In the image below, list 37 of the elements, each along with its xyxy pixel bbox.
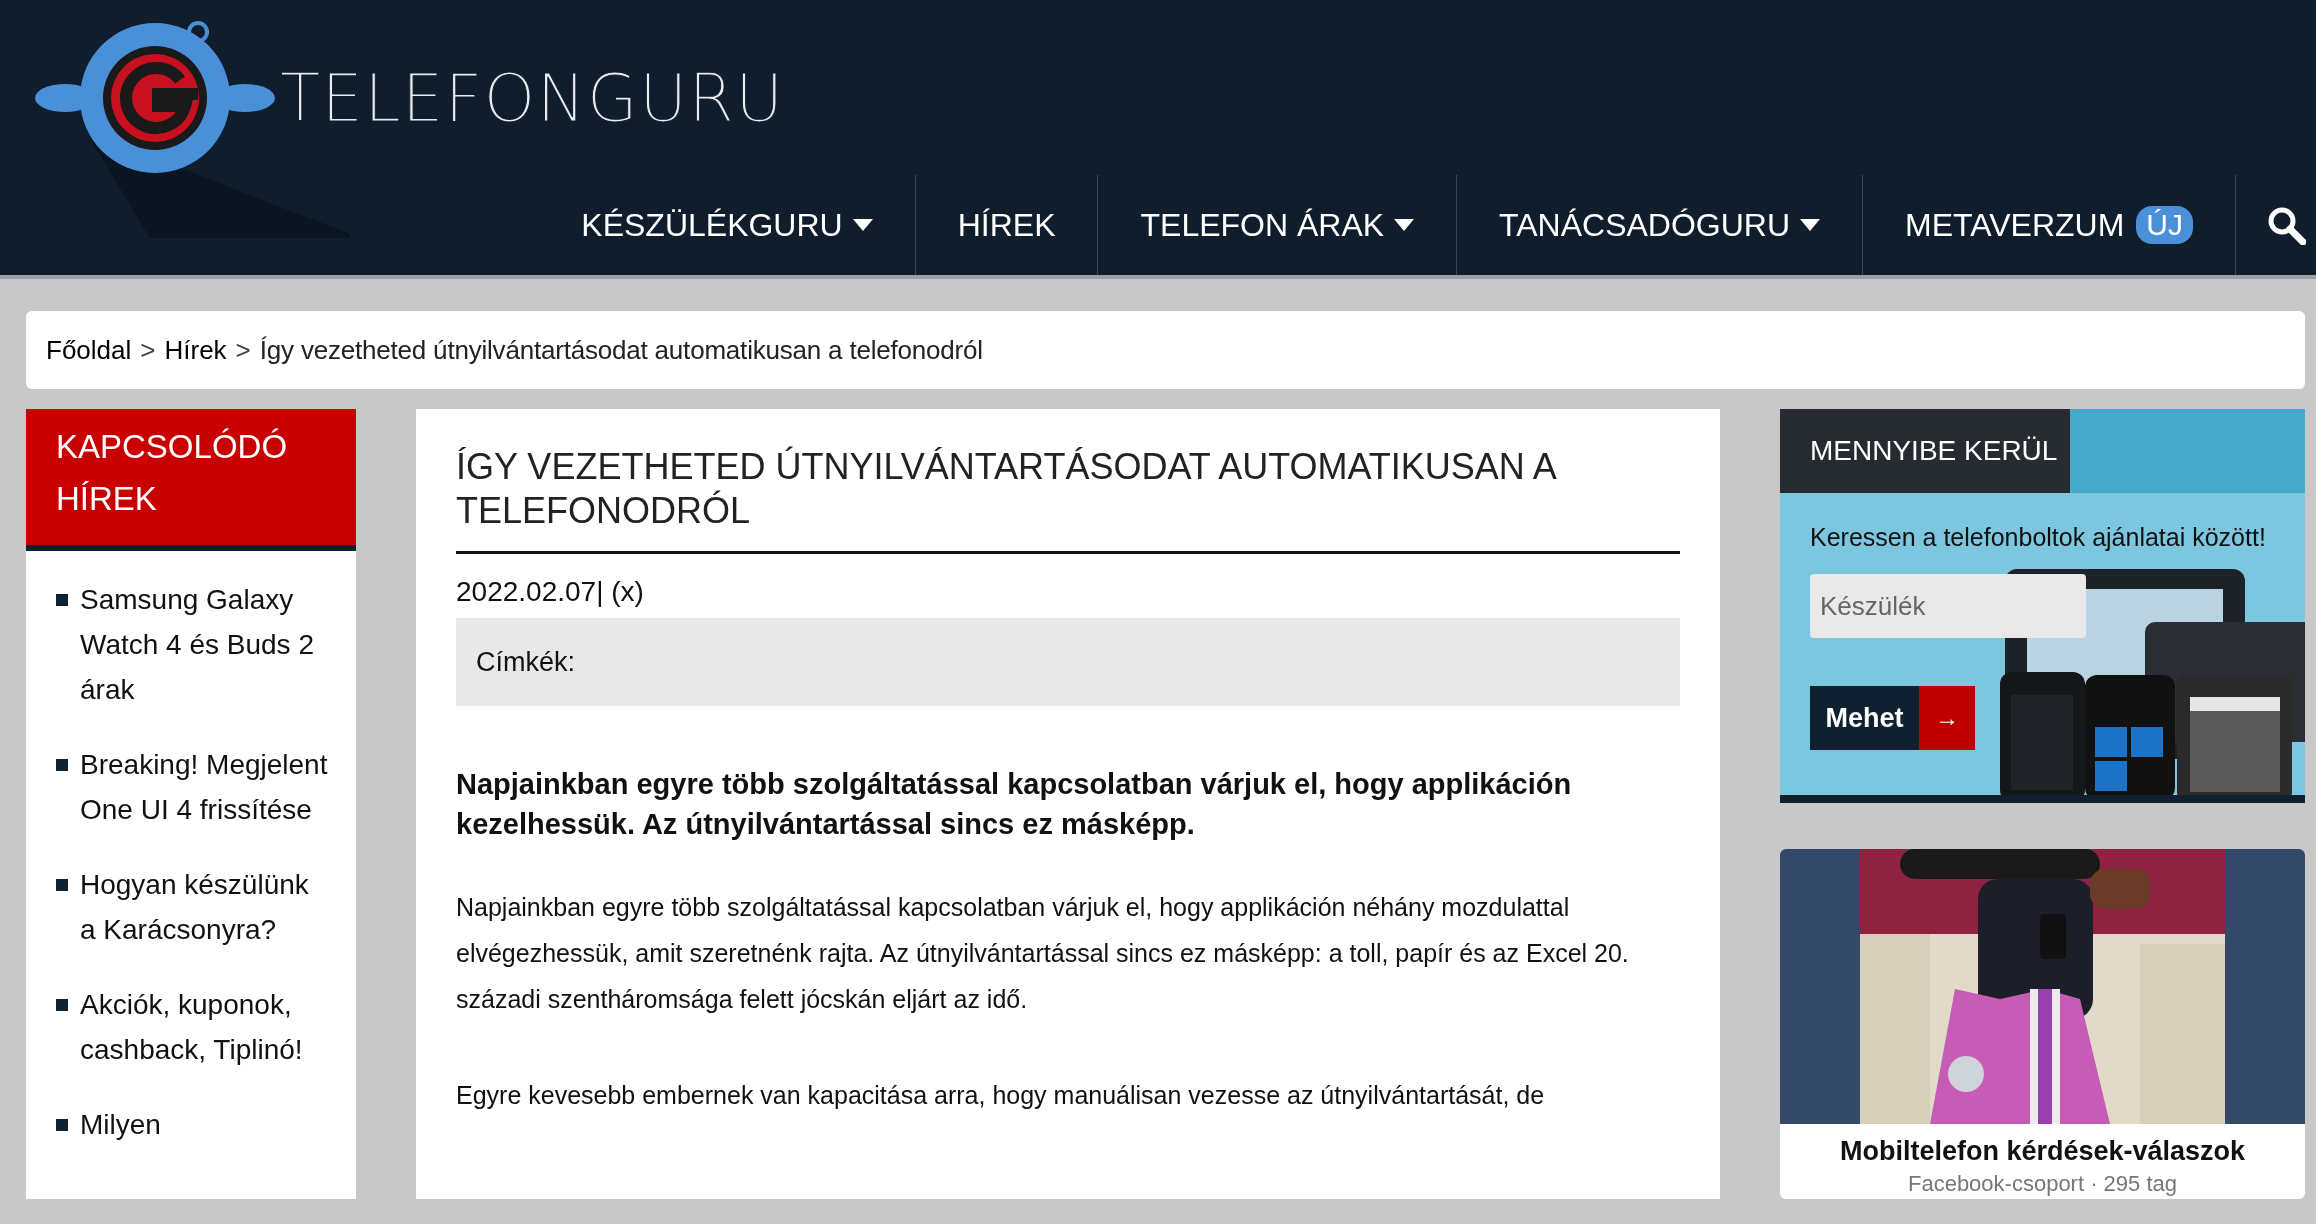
nav-link[interactable]: METAVERZUM ÚJ bbox=[1863, 175, 2236, 275]
related-news-link[interactable]: Hogyan készülünk a Karácsonyra? bbox=[80, 862, 332, 952]
article-title: ÍGY VEZETHETED ÚTNYILVÁNTARTÁSODAT AUTOMATIKUSAN A TELEFONODRÓL bbox=[456, 445, 1680, 554]
bullet-icon bbox=[56, 999, 68, 1011]
bullet-icon bbox=[56, 1119, 68, 1131]
breadcrumb-current: Így vezetheted útnyilvántartásodat automatikusan a telefonodról bbox=[259, 334, 983, 366]
search-icon[interactable] bbox=[2266, 205, 2306, 245]
bullet-icon bbox=[56, 594, 68, 606]
breadcrumb-separator: > bbox=[140, 334, 156, 366]
bullet-icon bbox=[56, 879, 68, 891]
go-button[interactable]: Mehet → bbox=[1810, 686, 1975, 750]
search-prompt: Keressen a telefonboltok ajánlatai között! bbox=[1809, 522, 2267, 552]
tags-label: Címkék: bbox=[476, 646, 575, 678]
related-news-link[interactable]: Breaking! Megjelent One UI 4 frissítése bbox=[80, 742, 332, 832]
breadcrumb-link[interactable]: Főoldal bbox=[46, 334, 132, 366]
nav-link[interactable]: HÍREK bbox=[915, 175, 1099, 275]
breadcrumb-separator: > bbox=[235, 334, 251, 366]
related-news-link[interactable]: Milyen bbox=[80, 1102, 161, 1147]
nav-link[interactable]: TANÁCSADÓGURU bbox=[1457, 175, 1864, 275]
article-paragraph: Egyre kevesebb embernek van kapacitása arra, hogy manuálisan vezesse az útnyilvántartását, de bbox=[456, 1080, 1546, 1111]
widget-title: MENNYIBE KERÜL bbox=[1780, 409, 2070, 493]
related-news-link[interactable]: Akciók, kuponok, cashback, Tiplinó! bbox=[80, 982, 332, 1072]
site-logo-text[interactable]: TELEFONGURU bbox=[280, 60, 785, 137]
facebook-group-card[interactable]: Mobiltelefon kérdések-válaszok Facebook-csoport · 295 tag bbox=[1780, 849, 2305, 1199]
nav-link[interactable]: KÉSZÜLÉKGURU bbox=[539, 175, 916, 275]
sidebar-heading: KAPCSOLÓDÓ HÍREK bbox=[26, 409, 356, 551]
new-badge: ÚJ bbox=[2136, 206, 2193, 244]
breadcrumb-link[interactable]: Hírek bbox=[164, 334, 227, 366]
article-date: 2022.02.07| (x) bbox=[456, 576, 645, 608]
article-lead: Napjainkban egyre több szolgáltatással kapcsolatban várjuk el, hogy applikáción kezelhessük. Az útnyilvántartással sincs ez másképp. bbox=[456, 767, 1573, 842]
bullet-icon bbox=[56, 759, 68, 771]
related-news-link[interactable]: Samsung Galaxy Watch 4 és Buds 2 árak bbox=[80, 577, 332, 712]
group-meta: Facebook-csoport · 295 tag bbox=[1906, 1171, 2178, 1197]
group-name[interactable]: Mobiltelefon kérdések-válaszok bbox=[1780, 1136, 2305, 1167]
device-search-field[interactable]: Készülék bbox=[1810, 574, 2086, 638]
nav-link[interactable]: TELEFON ÁRAK bbox=[1098, 175, 1458, 275]
article-paragraph: Napjainkban egyre több szolgáltatással kapcsolatban várjuk el, hogy applikáción néhány mozdulattal elvégezhessük, amit szeretnénk rajta. Az útnyilvántartással sincs ez másképp: a toll, papír és az Excel 20. századi szentháromsága felett jócskán eljárt az idő. bbox=[456, 892, 1630, 1015]
